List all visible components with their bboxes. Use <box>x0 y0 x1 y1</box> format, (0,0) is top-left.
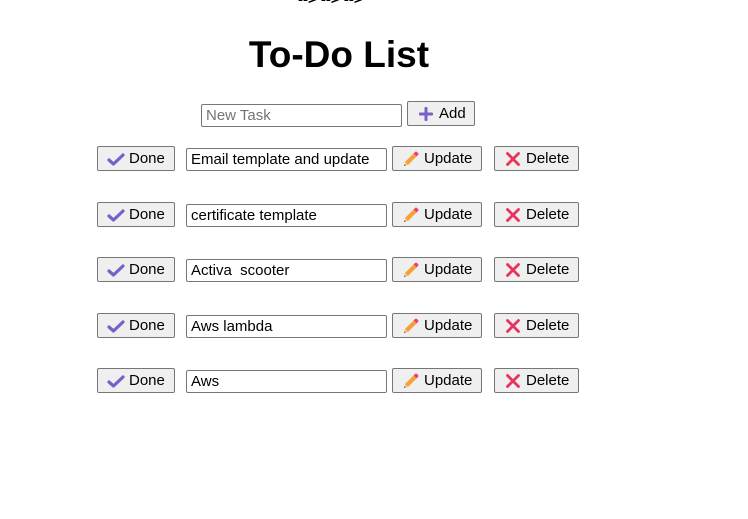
cross-icon <box>504 317 522 335</box>
task-text-field[interactable] <box>186 315 387 338</box>
update-button[interactable]: Update <box>392 202 482 227</box>
update-button[interactable]: Update <box>392 313 482 338</box>
pencil-icon <box>402 150 420 168</box>
delete-button[interactable]: Delete <box>494 146 579 171</box>
task-text-field[interactable] <box>186 259 387 282</box>
done-button-label: Done <box>129 150 165 167</box>
add-task-button[interactable]: Add <box>407 101 475 126</box>
stray-text-artifact: --> --> --> <box>298 0 363 8</box>
check-icon <box>107 206 125 224</box>
delete-button[interactable]: Delete <box>494 313 579 338</box>
pencil-icon <box>402 206 420 224</box>
done-button[interactable]: Done <box>97 146 175 171</box>
update-button[interactable]: Update <box>392 146 482 171</box>
done-button[interactable]: Done <box>97 313 175 338</box>
done-button-label: Done <box>129 317 165 334</box>
delete-button-label: Delete <box>526 261 570 278</box>
update-button[interactable]: Update <box>392 257 482 282</box>
update-button-label: Update <box>424 206 473 223</box>
delete-button-label: Delete <box>526 317 570 334</box>
page-title: To-Do List <box>248 34 430 75</box>
check-icon <box>107 317 125 335</box>
new-task-input[interactable] <box>201 104 402 127</box>
update-button-label: Update <box>424 261 473 278</box>
pencil-icon <box>402 372 420 390</box>
cross-icon <box>504 261 522 279</box>
pencil-icon <box>402 261 420 279</box>
pencil-icon <box>402 317 420 335</box>
task-text-field[interactable] <box>186 148 387 171</box>
update-button[interactable]: Update <box>392 368 482 393</box>
delete-button-label: Delete <box>526 206 570 223</box>
add-button-label: Add <box>439 105 466 122</box>
done-button-label: Done <box>129 206 165 223</box>
check-icon <box>107 372 125 390</box>
done-button[interactable]: Done <box>97 257 175 282</box>
plus-icon <box>417 105 435 123</box>
task-text-field[interactable] <box>186 370 387 393</box>
task-text-field[interactable] <box>186 204 387 227</box>
done-button-label: Done <box>129 261 165 278</box>
check-icon <box>107 150 125 168</box>
delete-button[interactable]: Delete <box>494 202 579 227</box>
update-button-label: Update <box>424 372 473 389</box>
update-button-label: Update <box>424 150 473 167</box>
delete-button[interactable]: Delete <box>494 257 579 282</box>
update-button-label: Update <box>424 317 473 334</box>
check-icon <box>107 261 125 279</box>
delete-button-label: Delete <box>526 150 570 167</box>
cross-icon <box>504 372 522 390</box>
done-button[interactable]: Done <box>97 368 175 393</box>
delete-button-label: Delete <box>526 372 570 389</box>
done-button-label: Done <box>129 372 165 389</box>
delete-button[interactable]: Delete <box>494 368 579 393</box>
done-button[interactable]: Done <box>97 202 175 227</box>
cross-icon <box>504 150 522 168</box>
cross-icon <box>504 206 522 224</box>
